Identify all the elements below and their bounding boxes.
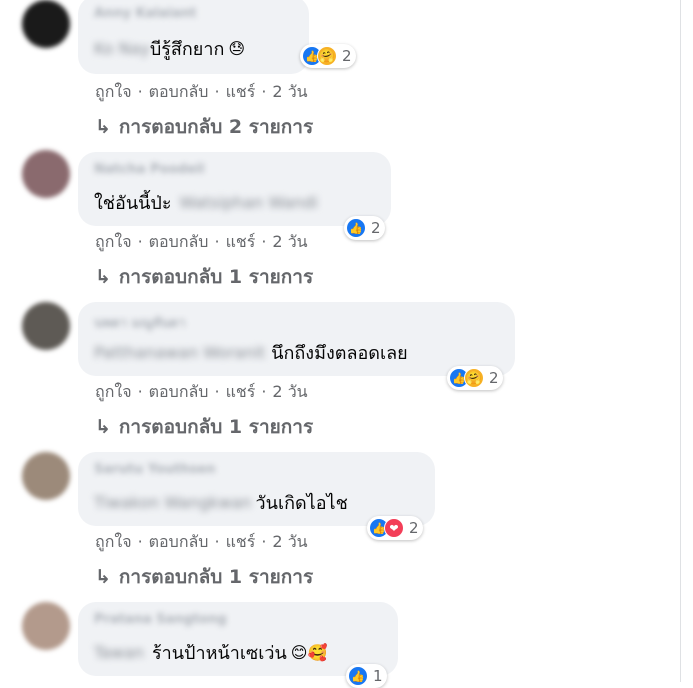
separator: · [137,82,143,101]
comment-bubble: Sarutu Youthsen Tiwakon Wangkwan วันเกิด… [78,452,435,526]
author-name[interactable]: Pratana Sangtong [94,612,227,627]
comment-actions: ถูกใจ · ตอบกลับ · แชร์ · 2 วัน [95,380,308,405]
avatar[interactable] [22,0,70,48]
reaction-count: 2 [409,519,419,537]
avatar[interactable] [22,150,70,198]
comment-text: นึกถึงมึงตลอดเลย [271,343,408,364]
reaction-count: 2 [489,369,499,387]
emoji: 😊🥰 [290,643,328,662]
separator: · [214,82,220,101]
comment-bubble: นพดา มณูทันดา Patthanawan Woranit นึกถึง… [78,302,515,376]
reply-arrow-icon: ↳ [95,416,111,438]
comment-actions: ถูกใจ · ตอบกลับ · แชร์ · 2 วัน [95,230,308,255]
separator: · [214,532,220,551]
reaction-summary[interactable]: 👍 🤗 2 [447,366,503,390]
avatar[interactable] [22,302,70,350]
view-replies-link[interactable]: ↳ การตอบกลับ 1 รายการ [95,412,313,442]
view-replies-link[interactable]: ↳ การตอบกลับ 1 รายการ [95,262,313,292]
love-icon: ❤ [384,518,404,538]
reply-button[interactable]: ตอบกลับ [149,380,209,405]
author-name[interactable]: Natcha Poodeil [94,162,205,177]
reply-arrow-icon: ↳ [95,266,111,288]
share-button[interactable]: แชร์ [226,380,256,405]
comment-body: Ko Nay บีรู้สึกยาก 😓 [94,34,245,63]
like-icon: 👍 [348,666,368,686]
author-name[interactable]: Anny Kalaiant [94,6,196,21]
reply-arrow-icon: ↳ [95,116,111,138]
view-replies-link[interactable]: ↳ การตอบกลับ 2 รายการ [95,112,313,142]
reaction-count: 2 [371,219,381,237]
like-button[interactable]: ถูกใจ [95,80,132,105]
reaction-summary[interactable]: 👍 ❤ 2 [367,516,423,540]
reply-button[interactable]: ตอบกลับ [149,230,209,255]
share-button[interactable]: แชร์ [226,80,256,105]
tagged-user[interactable]: Ko Nay [94,39,150,58]
replies-label: การตอบกลับ 1 รายการ [118,566,314,588]
reply-button[interactable]: ตอบกลับ [149,80,209,105]
tagged-user[interactable]: Patthanawan Woranit [94,343,265,362]
avatar[interactable] [22,452,70,500]
comment-bubble: Natcha Poodeil ใช่อันนี้ป่ะ Watsiphan Wa… [78,152,391,226]
comment-body: Tawan ร้านป้าหน้าเซเว่น 😊🥰 [94,638,327,667]
timestamp[interactable]: 2 วัน [272,80,307,105]
like-button[interactable]: ถูกใจ [95,530,132,555]
replies-label: การตอบกลับ 2 รายการ [118,116,314,138]
separator: · [261,382,267,401]
timestamp[interactable]: 2 วัน [272,230,307,255]
reply-button[interactable]: ตอบกลับ [149,530,209,555]
tagged-user[interactable]: Watsiphan Wandi [180,193,318,212]
emoji: 😓 [228,39,246,58]
avatar[interactable] [22,602,70,650]
reaction-summary[interactable]: 👍 2 [344,216,385,240]
separator: · [261,82,267,101]
timestamp[interactable]: 2 วัน [272,530,307,555]
comment-text: ใช่อันนี้ป่ะ [94,193,172,214]
tagged-user[interactable]: Tiwakon Wangkwan [94,493,252,512]
comment-text: ร้านป้าหน้าเซเว่น [151,643,287,664]
comment-body: Patthanawan Woranit นึกถึงมึงตลอดเลย [94,338,408,367]
comment-body: ใช่อันนี้ป่ะ Watsiphan Wandi [94,188,318,217]
like-button[interactable]: ถูกใจ [95,230,132,255]
tagged-user[interactable]: Tawan [94,643,144,662]
reply-arrow-icon: ↳ [95,566,111,588]
comment-bubble: Anny Kalaiant Ko Nay บีรู้สึกยาก 😓 [78,0,309,74]
reaction-summary[interactable]: 👍 🤗 2 [300,44,356,68]
separator: · [214,232,220,251]
comment-actions: ถูกใจ · ตอบกลับ · แชร์ · 2 วัน [95,80,308,105]
replies-label: การตอบกลับ 1 รายการ [118,416,314,438]
comment-text: วันเกิดไอไช [255,493,348,514]
panel-border [680,0,681,682]
reaction-count: 1 [373,667,383,685]
care-icon: 🤗 [464,368,484,388]
reaction-count: 2 [342,47,352,65]
view-replies-link[interactable]: ↳ การตอบกลับ 1 รายการ [95,562,313,592]
replies-label: การตอบกลับ 1 รายการ [118,266,314,288]
comment-body: Tiwakon Wangkwan วันเกิดไอไช [94,488,348,517]
share-button[interactable]: แชร์ [226,530,256,555]
separator: · [137,382,143,401]
comment-actions: ถูกใจ · ตอบกลับ · แชร์ · 2 วัน [95,530,308,555]
separator: · [137,232,143,251]
separator: · [261,532,267,551]
reaction-summary[interactable]: 👍 1 [346,664,387,688]
like-icon: 👍 [346,218,366,238]
share-button[interactable]: แชร์ [226,230,256,255]
comment-text: บีรู้สึกยาก [149,39,225,60]
like-button[interactable]: ถูกใจ [95,380,132,405]
care-icon: 🤗 [317,46,337,66]
author-name[interactable]: Sarutu Youthsen [94,462,215,477]
separator: · [137,532,143,551]
timestamp[interactable]: 2 วัน [272,380,307,405]
comment-bubble: Pratana Sangtong Tawan ร้านป้าหน้าเซเว่น… [78,602,398,676]
author-name[interactable]: นพดา มณูทันดา [94,312,186,333]
separator: · [261,232,267,251]
separator: · [214,382,220,401]
